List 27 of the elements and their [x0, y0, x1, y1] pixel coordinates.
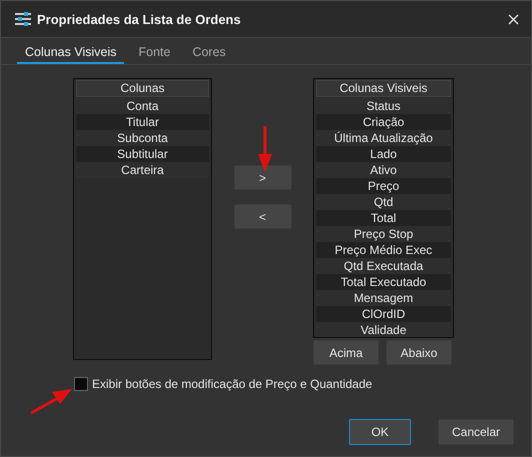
annotation-arrow [30, 389, 72, 414]
list-item[interactable]: ClOrdID [316, 306, 451, 322]
order-button[interactable]: Abaixo [386, 340, 452, 365]
list-item[interactable]: Total [316, 210, 451, 226]
tab[interactable]: Cores [184, 42, 234, 64]
checkbox-label[interactable]: Exibir botões de modificação de Preço e Quantidade [92, 377, 372, 391]
list-header: Colunas Visiveis [316, 80, 451, 97]
list-item[interactable]: Titular [76, 114, 209, 130]
checkbox[interactable] [74, 377, 88, 391]
tab[interactable]: Fonte [130, 42, 178, 64]
order-button[interactable]: Acima [313, 340, 379, 365]
list-item[interactable]: Lado [316, 146, 451, 162]
list-item[interactable]: Criação [316, 114, 451, 130]
dialog-button[interactable]: OK [349, 419, 411, 445]
list-item[interactable]: Preço [316, 178, 451, 194]
dialog-button[interactable]: Cancelar [438, 419, 514, 445]
list-header: Colunas [76, 80, 209, 97]
tab[interactable]: Colunas Visiveis [17, 42, 124, 64]
move-button[interactable]: < [234, 204, 292, 229]
list-item[interactable]: Total Executado [316, 274, 451, 290]
list-item[interactable]: Subtitular [76, 146, 209, 162]
annotation-arrow [258, 126, 272, 172]
close-icon[interactable] [508, 14, 519, 24]
window-title: Propriedades da Lista de Ordens [37, 12, 242, 26]
settings-icon [15, 12, 31, 26]
list-item[interactable]: Preço Médio Exec [316, 242, 451, 258]
move-button[interactable]: > [234, 165, 292, 190]
